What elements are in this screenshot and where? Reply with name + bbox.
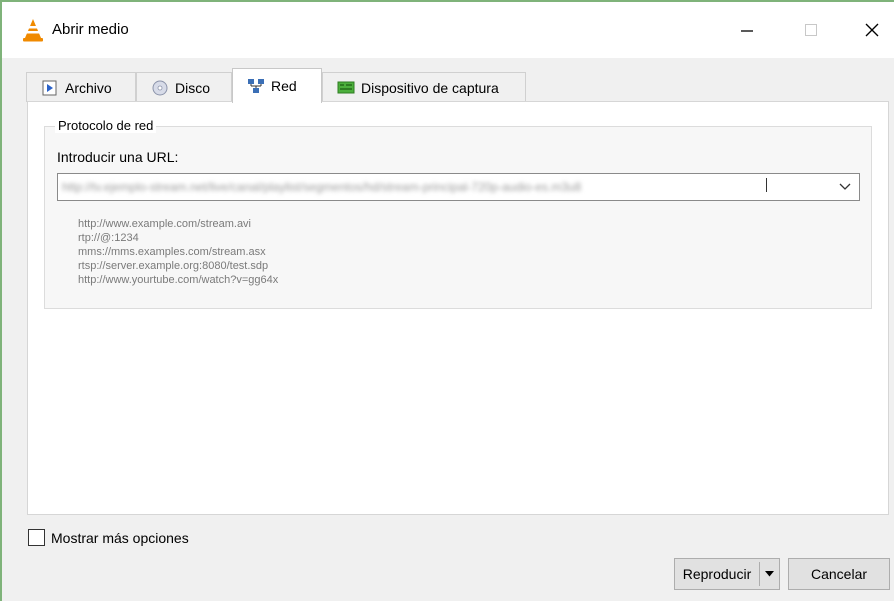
example-url: rtp://@:1234: [78, 232, 139, 244]
tab-archivo[interactable]: Archivo: [26, 72, 136, 102]
more-options-label: Mostrar más opciones: [51, 529, 189, 546]
text-cursor: [766, 178, 767, 192]
cancel-button[interactable]: Cancelar: [788, 558, 890, 590]
tab-disco[interactable]: Disco: [136, 72, 232, 102]
tab-red[interactable]: Red: [232, 68, 322, 103]
more-options-toggle[interactable]: Mostrar más opciones: [28, 529, 189, 546]
more-options-checkbox[interactable]: [28, 529, 45, 546]
url-examples: http://www.example.com/stream.avi rtp://…: [78, 217, 278, 287]
network-tab-panel: Protocolo de red Introducir una URL: htt…: [27, 101, 889, 515]
close-button[interactable]: [852, 12, 892, 48]
play-split-button: Reproducir: [674, 558, 780, 590]
caret-down-icon: [765, 571, 774, 577]
capture-device-icon: [337, 81, 355, 93]
open-media-dialog: Abrir medio Archivo Disco Red Dispositiv…: [0, 0, 894, 601]
tab-label: Archivo: [65, 79, 112, 96]
network-icon: [248, 79, 264, 93]
tab-dispositivo-de-captura[interactable]: Dispositivo de captura: [322, 72, 526, 102]
example-url: mms://mms.examples.com/stream.asx: [78, 246, 266, 258]
example-url: http://www.yourtube.com/watch?v=gg64x: [78, 274, 279, 286]
example-url: rtsp://server.example.org:8080/test.sdp: [78, 260, 269, 272]
url-dropdown-button[interactable]: [833, 176, 857, 198]
play-button[interactable]: Reproducir: [675, 559, 759, 589]
disc-icon: [152, 80, 168, 95]
example-url: http://www.example.com/stream.avi: [78, 218, 252, 230]
tab-label: Disco: [175, 79, 211, 96]
minimize-button[interactable]: [727, 12, 767, 48]
file-icon: [42, 80, 57, 95]
url-input[interactable]: [62, 176, 752, 198]
play-button-label: Reproducir: [682, 566, 752, 582]
vlc-cone-icon: [23, 19, 43, 42]
chevron-down-icon: [839, 183, 851, 190]
group-title: Protocolo de red: [55, 118, 157, 133]
cancel-button-label: Cancelar: [810, 566, 868, 582]
minimize-icon: [741, 30, 753, 32]
play-options-dropdown[interactable]: [760, 559, 779, 589]
close-icon: [865, 23, 879, 37]
network-protocol-group: Protocolo de red Introducir una URL: htt…: [44, 118, 872, 309]
url-label: Introducir una URL:: [57, 149, 179, 165]
tab-label: Dispositivo de captura: [361, 79, 499, 96]
url-combobox[interactable]: [57, 173, 860, 201]
maximize-button[interactable]: [791, 12, 831, 48]
maximize-icon: [805, 24, 817, 36]
window-title: Abrir medio: [52, 21, 129, 38]
title-bar: Abrir medio: [2, 2, 894, 58]
tab-label: Red: [271, 78, 297, 94]
